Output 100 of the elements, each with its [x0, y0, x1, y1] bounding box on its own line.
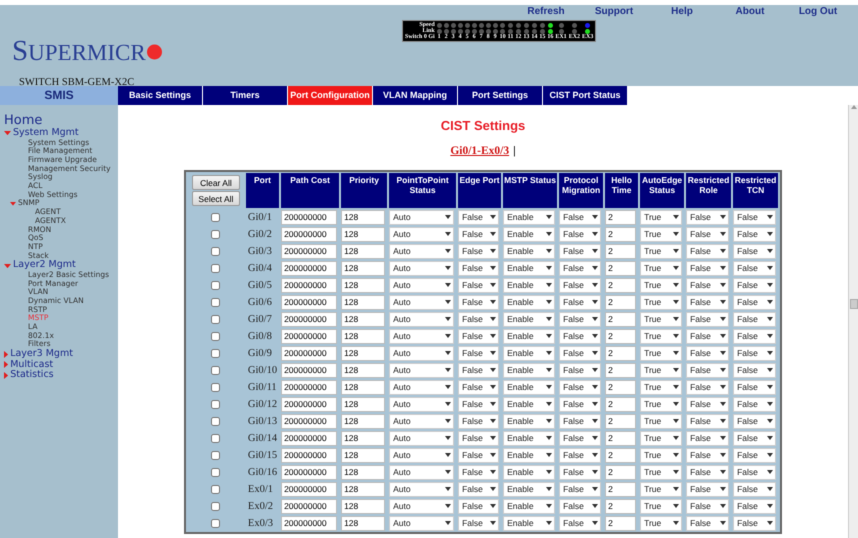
dropdown[interactable]: Auto — [389, 294, 454, 310]
dropdown[interactable]: False — [559, 396, 602, 412]
dropdown[interactable]: False — [458, 464, 500, 480]
row-checkbox[interactable] — [211, 366, 220, 376]
text-field[interactable]: 2 — [605, 380, 636, 394]
dropdown[interactable]: False — [458, 328, 500, 344]
dropdown[interactable]: Enable — [503, 430, 556, 446]
dropdown[interactable]: Enable — [503, 414, 556, 428]
row-checkbox[interactable] — [211, 213, 220, 222]
dropdown[interactable]: False — [458, 516, 500, 530]
dropdown[interactable]: Auto — [389, 260, 454, 276]
dropdown[interactable]: False — [686, 244, 730, 258]
sidebar-section[interactable]: Statistics — [4, 370, 118, 381]
nav-tab[interactable]: Timers — [203, 86, 287, 105]
text-field[interactable]: 200000000 — [281, 328, 338, 344]
dropdown[interactable]: Enable — [503, 482, 556, 496]
dropdown[interactable]: Enable — [503, 380, 556, 394]
row-checkbox[interactable] — [211, 417, 220, 426]
dropdown[interactable]: False — [559, 346, 602, 360]
dropdown[interactable]: Enable — [503, 210, 556, 224]
dropdown[interactable]: False — [733, 464, 776, 480]
dropdown[interactable]: False — [559, 244, 602, 258]
row-checkbox[interactable] — [211, 485, 220, 494]
dropdown[interactable]: Enable — [503, 294, 556, 310]
dropdown[interactable]: False — [686, 278, 730, 292]
text-field[interactable]: 128 — [341, 312, 386, 326]
text-field[interactable]: 2 — [605, 498, 636, 514]
header-link[interactable]: Support — [580, 5, 648, 20]
dropdown[interactable]: False — [733, 396, 776, 412]
dropdown[interactable]: False — [686, 210, 730, 224]
dropdown[interactable]: Auto — [389, 312, 454, 326]
dropdown[interactable]: Auto — [389, 210, 454, 224]
dropdown[interactable]: False — [733, 362, 776, 378]
dropdown[interactable]: False — [686, 380, 730, 394]
home-tab[interactable]: SMIS — [0, 86, 118, 105]
dropdown[interactable]: Enable — [503, 396, 556, 412]
dropdown[interactable]: False — [686, 448, 730, 462]
dropdown[interactable]: False — [458, 346, 500, 360]
nav-tab[interactable]: CIST Port Status — [543, 86, 627, 105]
text-field[interactable]: 128 — [341, 448, 386, 462]
text-field[interactable]: 128 — [341, 414, 386, 428]
text-field[interactable]: 2 — [605, 328, 636, 344]
scrollbar[interactable] — [848, 105, 858, 538]
text-field[interactable]: 200000000 — [281, 226, 338, 242]
dropdown[interactable]: False — [559, 482, 602, 496]
dropdown[interactable]: Enable — [503, 244, 556, 258]
row-checkbox[interactable] — [211, 519, 220, 528]
sidebar-link[interactable]: Home — [4, 114, 118, 128]
dropdown[interactable]: False — [559, 210, 602, 224]
dropdown[interactable]: True — [640, 380, 682, 394]
text-field[interactable]: 2 — [605, 260, 636, 276]
header-link[interactable]: Log Out — [784, 5, 852, 20]
row-checkbox[interactable] — [211, 247, 220, 256]
dropdown[interactable]: False — [733, 498, 776, 514]
text-field[interactable]: 2 — [605, 414, 636, 428]
dropdown[interactable]: False — [686, 396, 730, 412]
dropdown[interactable]: False — [458, 294, 500, 310]
port-range-link[interactable]: Gi0/1-Ex0/3 — [450, 145, 510, 157]
dropdown[interactable]: False — [733, 346, 776, 360]
dropdown[interactable]: False — [458, 312, 500, 326]
dropdown[interactable]: False — [686, 482, 730, 496]
dropdown[interactable]: Enable — [503, 346, 556, 360]
dropdown[interactable]: Enable — [503, 312, 556, 326]
row-checkbox[interactable] — [211, 298, 220, 308]
text-field[interactable]: 128 — [341, 260, 386, 276]
text-field[interactable]: 128 — [341, 396, 386, 412]
dropdown[interactable]: False — [686, 260, 730, 276]
dropdown[interactable]: False — [559, 328, 602, 344]
text-field[interactable]: 200000000 — [281, 448, 338, 462]
row-checkbox[interactable] — [211, 502, 220, 512]
dropdown[interactable]: False — [733, 244, 776, 258]
dropdown[interactable]: False — [458, 498, 500, 514]
row-checkbox[interactable] — [211, 315, 220, 324]
text-field[interactable]: 200000000 — [281, 482, 338, 496]
dropdown[interactable]: False — [458, 380, 500, 394]
dropdown[interactable]: Auto — [389, 362, 454, 378]
text-field[interactable]: 128 — [341, 380, 386, 394]
dropdown[interactable]: Auto — [389, 414, 454, 428]
text-field[interactable]: 2 — [605, 312, 636, 326]
dropdown[interactable]: False — [686, 414, 730, 428]
text-field[interactable]: 128 — [341, 482, 386, 496]
text-field[interactable]: 128 — [341, 516, 386, 530]
text-field[interactable]: 128 — [341, 210, 386, 224]
dropdown[interactable]: False — [686, 516, 730, 530]
text-field[interactable]: 128 — [341, 430, 386, 446]
text-field[interactable]: 2 — [605, 396, 636, 412]
dropdown[interactable]: False — [686, 430, 730, 446]
row-checkbox[interactable] — [211, 264, 220, 274]
text-field[interactable]: 2 — [605, 244, 636, 258]
text-field[interactable]: 200000000 — [281, 396, 338, 412]
text-field[interactable]: 128 — [341, 498, 386, 514]
dropdown[interactable]: Enable — [503, 278, 556, 292]
text-field[interactable]: 2 — [605, 448, 636, 462]
sidebar-section[interactable]: Multicast — [4, 360, 118, 370]
dropdown[interactable]: False — [733, 482, 776, 496]
header-link[interactable]: Refresh — [512, 5, 580, 20]
dropdown[interactable]: Auto — [389, 482, 454, 496]
dropdown[interactable]: Enable — [503, 448, 556, 462]
dropdown[interactable]: True — [640, 346, 682, 360]
dropdown[interactable]: False — [733, 278, 776, 292]
